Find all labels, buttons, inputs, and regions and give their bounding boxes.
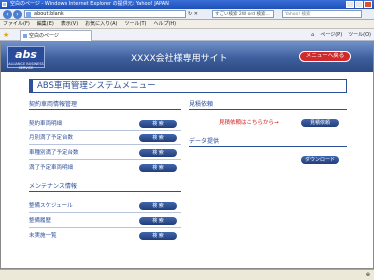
page-title: ABS車両管理システムメニュー [29,79,347,93]
menu-tools[interactable]: ツール(T) [125,20,147,28]
divider [29,144,181,145]
maximize-button[interactable] [355,1,363,8]
section-data-heading: データ提供 [189,138,347,147]
yahoo-search-input[interactable]: Yahoo! 検索 [282,10,362,18]
menu-help[interactable]: ヘルプ(H) [153,20,176,28]
ie-icon [2,2,7,7]
divider [29,227,181,228]
item-not-performed-list: 未実施一覧 [29,233,57,239]
item-contract-details: 契約車両明細 [29,121,63,127]
search-button-model-expiry[interactable]: 検 索 [139,149,177,157]
search-button-maintenance-schedule[interactable]: 検 索 [139,202,177,210]
menu-favorites[interactable]: お気に入り(A) [85,20,117,28]
forward-button[interactable]: › [13,10,22,19]
section-contract-heading: 契約車両情報管理 [29,101,181,110]
menu-bar: ファイル(F) 編集(E) 表示(V) お気に入り(A) ツール(T) ヘルプ(… [0,20,374,29]
close-button[interactable] [364,1,372,8]
menu-view[interactable]: 表示(V) [61,20,78,28]
site-title: XXXX会社様専用サイト [131,54,228,64]
zoom-indicator[interactable]: ⊕ [366,272,370,278]
quote-request-button[interactable]: 見積依頼 [301,119,339,127]
menu-edit[interactable]: 編集(E) [37,20,54,28]
status-bar: ⊕ [0,269,374,280]
search-button-contract-details[interactable]: 検 索 [139,120,177,128]
tab-blank-page[interactable]: 空白のページ [20,30,92,41]
page-content: abs ALLIANCE BUSINESS SERVICE XXXX会社様専用サ… [0,41,374,269]
refresh-icon[interactable]: ↻ ✕ [188,10,200,18]
search-button-monthly-expiry[interactable]: 検 索 [139,134,177,142]
address-bar: ‹ › about:blank ↻ ✕ すごい検索 2W ord 検索... Y… [0,9,374,20]
search-button-maintenance-history[interactable]: 検 索 [139,217,177,225]
quote-prompt: 見積依頼はこちらから→ [219,120,279,126]
menu-file[interactable]: ファイル(F) [3,20,30,28]
search-button-expiring-vehicles[interactable]: 検 索 [139,164,177,172]
item-maintenance-history: 整備履歴 [29,218,52,224]
search-helper-field[interactable]: すごい検索 2W ord 検索... [212,10,274,18]
divider [29,212,181,213]
site-header: abs ALLIANCE BUSINESS SERVICE XXXX会社様専用サ… [1,42,373,72]
tab-bar: ★ 空白のページ ⌂ ページ(P) ツール(O) [0,29,374,41]
download-button[interactable]: ダウンロード [301,156,339,164]
page-menu[interactable]: ページ(P) [320,31,342,39]
divider [29,159,181,160]
section-quote-heading: 見積依頼 [189,101,347,110]
item-expiring-vehicle-details: 満了予定車両明細 [29,165,74,171]
divider [29,130,181,131]
search-button-not-performed[interactable]: 検 索 [139,232,177,240]
favorites-star-icon[interactable]: ★ [3,31,9,39]
item-model-expiry-count: 車種別満了予定台数 [29,150,79,156]
minimize-button[interactable] [346,1,354,8]
home-icon[interactable]: ⌂ [311,31,314,39]
page-icon [26,12,31,17]
abs-logo: abs ALLIANCE BUSINESS SERVICE [7,46,45,70]
item-monthly-expiry-count: 月別満了予定台数 [29,135,74,141]
back-button[interactable]: ‹ [3,10,12,19]
item-maintenance-schedule: 整備スケジュール [29,203,73,209]
section-maintenance-heading: メンテナンス情報 [29,183,181,192]
window-title: 空白のページ - Windows Internet Explorer の提供元:… [10,1,169,7]
page-icon [23,34,27,38]
tools-menu[interactable]: ツール(O) [348,31,371,39]
window-title-bar: 空白のページ - Windows Internet Explorer の提供元:… [0,0,374,9]
url-field[interactable]: about:blank [24,10,186,18]
menu-return-button[interactable]: メニューへ戻る [299,51,351,62]
